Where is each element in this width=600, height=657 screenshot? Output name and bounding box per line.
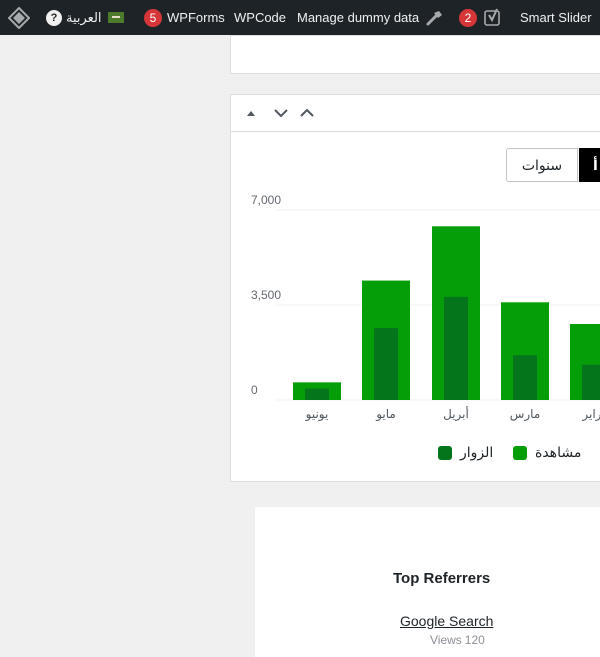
wpcode-label: WPCode: [234, 10, 287, 25]
legend-views[interactable]: مشاهدة: [513, 444, 581, 462]
tab-years[interactable]: سنوات: [506, 148, 578, 182]
tab-active-label: أ: [593, 156, 598, 173]
admin-bar: ? العربية 5 WPForms WPCode Manage dummy …: [0, 0, 600, 35]
referrer-link[interactable]: Google Search: [400, 613, 493, 629]
question-icon: ?: [46, 9, 62, 26]
legend-visitors[interactable]: الزوار: [438, 444, 493, 462]
bar-visitors[interactable]: [582, 364, 600, 400]
help-button[interactable]: ?: [46, 0, 62, 35]
yoast-count-badge: 2: [459, 8, 477, 27]
referrer-views: Views 120: [430, 633, 485, 647]
referrer-views-label: Views: [430, 633, 462, 647]
y-tick-label: 7,000: [251, 193, 281, 207]
tab-years-label: سنوات: [521, 156, 563, 173]
smart-slider-menu[interactable]: Smart Slider: [520, 0, 592, 35]
wpforms-menu[interactable]: 5 WPForms: [144, 0, 225, 35]
x-tick-label: يونيو: [305, 407, 329, 422]
widget-header: [231, 95, 600, 132]
hammer-icon: [426, 10, 443, 25]
flag-icon: [107, 12, 124, 23]
referrer-views-count: 120: [464, 633, 485, 647]
x-tick-label: براير: [581, 407, 600, 422]
wordpress-logo-icon[interactable]: [8, 0, 30, 35]
tab-active[interactable]: أ: [579, 148, 600, 182]
legend-visitors-label: الزوار: [460, 445, 494, 461]
yoast-seo-menu[interactable]: 2: [459, 0, 502, 35]
visits-bar-chart: 0 3,500 7,000 براير مارس أبريل مايو يونيو: [251, 193, 600, 422]
legend-visitors-swatch: [438, 446, 452, 460]
manage-dummy-data-menu[interactable]: Manage dummy data: [297, 0, 444, 35]
move-widget-icon[interactable]: [243, 105, 259, 121]
language-label: العربية: [66, 9, 102, 25]
y-tick-label: 3,500: [251, 288, 281, 302]
x-tick-label: مارس: [510, 407, 541, 422]
yoast-icon: [484, 8, 500, 26]
chevron-up-icon[interactable]: [299, 105, 315, 121]
chevron-down-icon[interactable]: [273, 105, 289, 121]
legend-views-label: مشاهدة: [535, 445, 582, 461]
smart-slider-label: Smart Slider: [520, 10, 592, 25]
bar-visitors[interactable]: [374, 328, 398, 400]
bar-visitors[interactable]: [513, 355, 537, 400]
wpforms-label: WPForms: [167, 10, 225, 25]
stats-widget-panel: سنوات أ 0 3,500 7,000 براير مارس أبريل مايو يون…: [230, 94, 600, 482]
x-tick-label: أبريل: [443, 406, 469, 422]
previous-widget-panel: [230, 35, 600, 74]
wpforms-count-badge: 5: [144, 8, 162, 27]
top-referrers-title: Top Referrers: [393, 570, 491, 587]
bar-visitors[interactable]: [444, 296, 468, 400]
top-referrers-card: Top Referrers Google Search Views 120: [255, 507, 600, 657]
language-switcher[interactable]: العربية: [66, 0, 124, 35]
manage-dummy-data-label: Manage dummy data: [297, 10, 420, 25]
wpcode-menu[interactable]: WPCode: [234, 0, 286, 35]
bar-visitors[interactable]: [305, 388, 329, 400]
x-tick-label: مايو: [375, 407, 396, 422]
y-tick-label: 0: [251, 383, 258, 397]
legend-views-swatch: [513, 446, 527, 460]
